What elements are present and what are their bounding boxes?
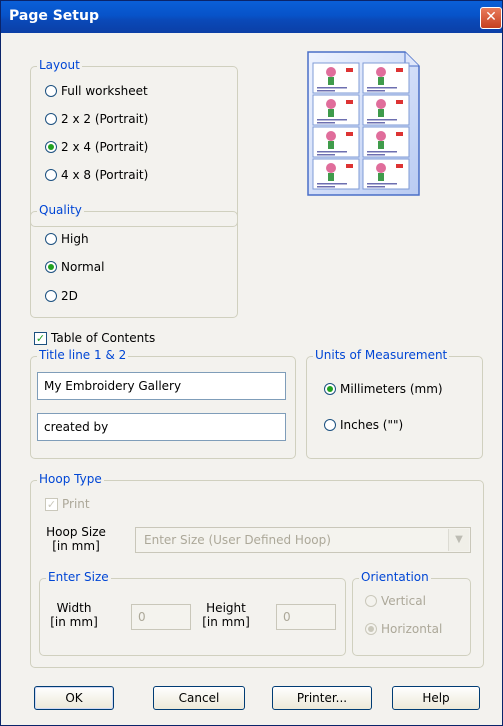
close-button[interactable]: ✕ xyxy=(480,7,502,29)
width-label: Width [in mm] xyxy=(48,601,100,629)
preview-label-cell xyxy=(312,62,360,94)
orientation-legend: Orientation xyxy=(359,570,431,584)
orientation-option-horizontal[interactable]: Horizontal xyxy=(365,622,442,636)
orientation-option-label: Vertical xyxy=(381,594,426,608)
radio-high[interactable] xyxy=(45,233,57,245)
height-input[interactable]: 0 xyxy=(276,604,336,630)
enter-size-group: Enter Size Width [in mm] 0 Height [in mm… xyxy=(39,570,346,656)
units-legend: Units of Measurement xyxy=(313,348,450,362)
radio-inches[interactable] xyxy=(324,419,336,431)
radio-horizontal[interactable] xyxy=(365,623,377,635)
hoop-print-checkbox[interactable]: ✓ xyxy=(45,497,58,511)
layout-option-4x8[interactable]: 4 x 8 (Portrait) xyxy=(45,168,148,182)
hoop-size-value: Enter Size (User Defined Hoop) xyxy=(144,533,331,547)
title-bar[interactable]: Page Setup ✕ xyxy=(1,1,502,33)
height-label: Height [in mm] xyxy=(201,601,251,629)
cancel-button[interactable]: Cancel xyxy=(153,686,245,710)
hoop-size-select[interactable]: Enter Size (User Defined Hoop) ▼ xyxy=(135,527,471,553)
layout-legend: Layout xyxy=(37,58,82,72)
quality-group: Quality High Normal 2D xyxy=(30,203,238,318)
units-option-label: Millimeters (mm) xyxy=(340,382,443,396)
height-label-line1: Height xyxy=(206,601,246,615)
hoop-type-legend: Hoop Type xyxy=(37,472,104,486)
width-label-line2: [in mm] xyxy=(50,615,98,629)
width-label-line1: Width xyxy=(56,601,92,615)
title-line-1-input[interactable]: My Embroidery Gallery xyxy=(37,372,286,400)
units-option-mm[interactable]: Millimeters (mm) xyxy=(324,382,443,396)
radio-full-worksheet[interactable] xyxy=(45,85,57,97)
title-line-2-input[interactable]: created by xyxy=(37,413,286,441)
quality-option-label: Normal xyxy=(61,260,105,274)
preview-label-cell xyxy=(312,94,360,126)
radio-2x2[interactable] xyxy=(45,113,57,125)
quality-option-label: 2D xyxy=(61,289,78,303)
units-option-label: Inches ("") xyxy=(340,418,404,432)
page-setup-dialog: Page Setup ✕ Layout Full worksheet 2 x 2… xyxy=(0,0,503,726)
orientation-option-label: Horizontal xyxy=(381,622,443,636)
units-option-inches[interactable]: Inches ("") xyxy=(324,418,403,432)
quality-option-normal[interactable]: Normal xyxy=(45,260,104,274)
units-group: Units of Measurement Millimeters (mm) In… xyxy=(306,348,483,459)
radio-2x4[interactable] xyxy=(45,141,57,153)
preview-label-cell xyxy=(362,126,410,158)
hoop-print-label: Print xyxy=(62,497,90,511)
height-label-line2: [in mm] xyxy=(202,615,250,629)
close-icon: ✕ xyxy=(485,9,497,25)
enter-size-legend: Enter Size xyxy=(46,570,111,584)
layout-preview-image xyxy=(307,51,420,196)
title-lines-group: Title line 1 & 2 My Embroidery Gallery c… xyxy=(30,348,296,459)
layout-option-2x2[interactable]: 2 x 2 (Portrait) xyxy=(45,112,148,126)
orientation-group: Orientation Vertical Horizontal xyxy=(352,570,471,656)
quality-option-label: High xyxy=(61,232,89,246)
radio-2d[interactable] xyxy=(45,290,57,302)
chevron-down-icon[interactable]: ▼ xyxy=(448,529,469,551)
dialog-title: Page Setup xyxy=(9,8,99,24)
preview-label-cell xyxy=(362,158,410,190)
quality-option-high[interactable]: High xyxy=(45,232,89,246)
hoop-print-row[interactable]: ✓ Print xyxy=(45,497,90,511)
layout-option-label: 2 x 4 (Portrait) xyxy=(61,140,149,154)
layout-option-label: 4 x 8 (Portrait) xyxy=(61,168,149,182)
hoop-type-group: Hoop Type ✓ Print Hoop Size [in mm] Ente… xyxy=(30,472,484,668)
toc-label: Table of Contents xyxy=(51,331,156,345)
layout-option-full-worksheet[interactable]: Full worksheet xyxy=(45,84,148,98)
radio-4x8[interactable] xyxy=(45,169,57,181)
hoop-size-label: Hoop Size [in mm] xyxy=(45,525,107,553)
width-input[interactable]: 0 xyxy=(131,604,191,630)
help-button[interactable]: Help xyxy=(392,686,480,710)
preview-label-cell xyxy=(312,158,360,190)
hoop-size-label-line2: [in mm] xyxy=(52,539,100,553)
preview-label-cell xyxy=(312,126,360,158)
quality-legend: Quality xyxy=(37,203,84,217)
layout-option-label: 2 x 2 (Portrait) xyxy=(61,112,149,126)
toc-checkbox-row[interactable]: ✓ Table of Contents xyxy=(34,331,155,345)
title-lines-legend: Title line 1 & 2 xyxy=(37,348,129,362)
dialog-body: Layout Full worksheet 2 x 2 (Portrait) 2… xyxy=(1,33,502,725)
preview-label-cell xyxy=(362,94,410,126)
layout-option-label: Full worksheet xyxy=(61,84,148,98)
radio-millimeters[interactable] xyxy=(324,383,336,395)
ok-button[interactable]: OK xyxy=(34,686,114,710)
layout-option-2x4[interactable]: 2 x 4 (Portrait) xyxy=(45,140,148,154)
radio-normal[interactable] xyxy=(45,261,57,273)
toc-checkbox[interactable]: ✓ xyxy=(34,331,47,345)
quality-option-2d[interactable]: 2D xyxy=(45,289,78,303)
hoop-size-label-line1: Hoop Size xyxy=(46,525,106,539)
preview-label-cell xyxy=(362,62,410,94)
printer-button[interactable]: Printer... xyxy=(272,686,372,710)
radio-vertical[interactable] xyxy=(365,595,377,607)
orientation-option-vertical[interactable]: Vertical xyxy=(365,594,426,608)
